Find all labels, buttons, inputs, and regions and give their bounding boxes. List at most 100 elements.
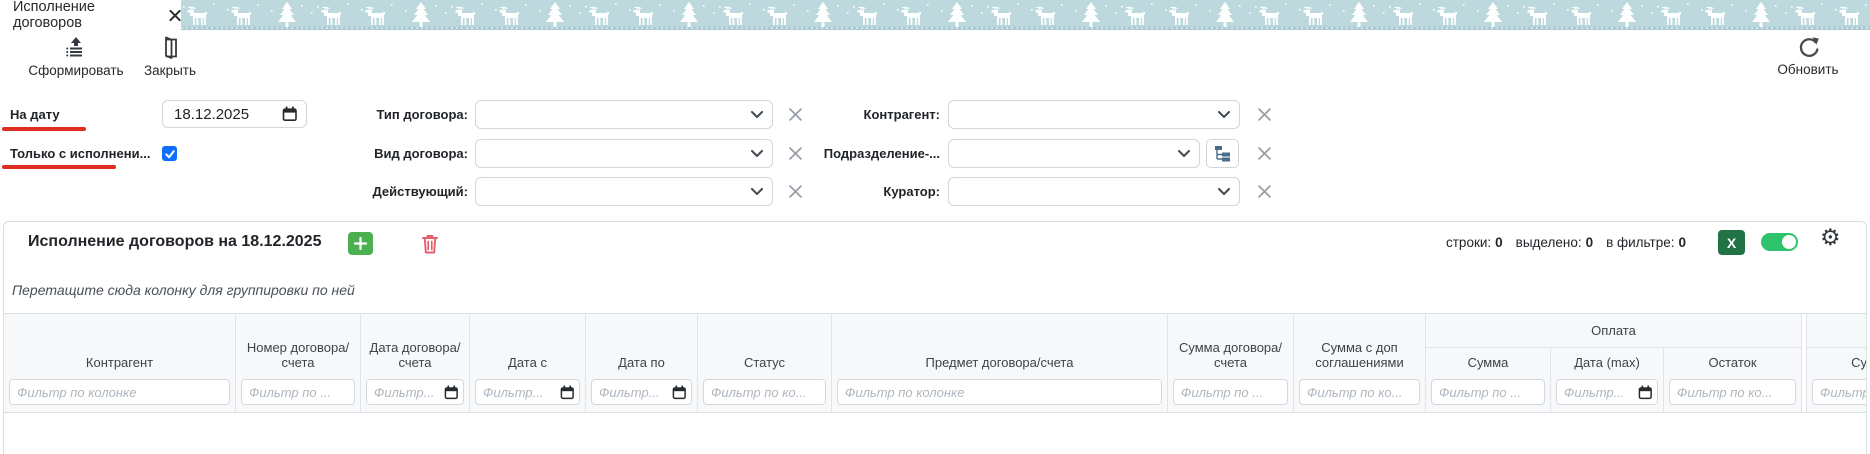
group-by-hint: Перетащите сюда колонку для группировки … xyxy=(12,282,355,298)
only-with-execution-label: Только с исполнени... xyxy=(10,139,150,168)
department-clear-icon[interactable] xyxy=(1254,139,1274,168)
chevron-down-icon xyxy=(1178,150,1190,158)
tab-contract-execution[interactable]: Исполнение договоров xyxy=(0,0,181,30)
refresh-label: Обновить xyxy=(1777,62,1838,77)
in-filter-counter: в фильтре:0 xyxy=(1606,235,1686,250)
column-header-label[interactable]: Дата (max) xyxy=(1551,348,1663,377)
active-select[interactable] xyxy=(475,177,773,206)
generate-label: Сформировать xyxy=(28,63,123,78)
column-payment-date-max: Дата (max) xyxy=(1551,348,1664,412)
report-panel: Исполнение договоров на 18.12.2025 строк… xyxy=(3,221,1867,454)
close-button[interactable]: Закрыть xyxy=(137,36,203,78)
checkmark-icon xyxy=(164,148,176,160)
delete-button[interactable] xyxy=(417,231,443,256)
column-contract-number: Номер договора/счета xyxy=(236,314,361,412)
column-amount-cutoff: Сумма xyxy=(1807,348,1867,412)
column-filter-input[interactable] xyxy=(1431,379,1545,405)
tab-close-icon[interactable] xyxy=(169,9,181,22)
column-counterparty: Контрагент xyxy=(4,314,236,412)
christmas-banner xyxy=(181,0,1870,30)
settings-gear-icon[interactable]: ⚙ xyxy=(1820,226,1841,249)
refresh-icon xyxy=(1797,36,1820,59)
column-status: Статус xyxy=(698,314,832,412)
counterparty-label: Контрагент: xyxy=(750,100,940,129)
selected-count-value: 0 xyxy=(1586,235,1594,250)
refresh-button[interactable]: Обновить xyxy=(1767,36,1849,77)
active-label: Действующий: xyxy=(280,177,468,206)
payment-group-label: Оплата xyxy=(1426,314,1802,348)
column-header-label[interactable]: Сумма xyxy=(1426,348,1550,377)
column-contract-amount: Сумма договора/счета xyxy=(1168,314,1294,412)
on-date-red-underline xyxy=(2,127,86,131)
column-header-label[interactable]: Статус xyxy=(698,314,831,377)
calendar-icon[interactable] xyxy=(560,385,575,400)
column-contract-subject: Предмет договора/счета xyxy=(832,314,1168,412)
rows-counter: строки:0 xyxy=(1446,235,1503,250)
selected-counter: выделено:0 xyxy=(1516,235,1593,250)
column-header-label[interactable]: Остаток xyxy=(1664,348,1801,377)
column-filter-input[interactable] xyxy=(703,379,826,405)
column-filter-input[interactable] xyxy=(1173,379,1288,405)
in-filter-count-value: 0 xyxy=(1679,235,1687,250)
department-label: Подразделение-... xyxy=(750,139,940,168)
column-header-label[interactable]: Дата с xyxy=(470,314,585,377)
chevron-down-icon xyxy=(1218,188,1230,196)
counters: строки:0 выделено:0 в фильтре:0 xyxy=(1446,235,1686,250)
trash-icon xyxy=(420,233,440,255)
export-excel-button[interactable]: X xyxy=(1718,230,1745,255)
column-contract-date: Дата договора/счета xyxy=(361,314,470,412)
panel-title: Исполнение договоров на 18.12.2025 xyxy=(28,233,321,251)
contract-type-select[interactable] xyxy=(475,100,773,129)
column-filter-input[interactable] xyxy=(9,379,230,405)
column-header-label[interactable]: Дата договора/счета xyxy=(361,314,469,377)
column-header-label[interactable]: Контрагент xyxy=(4,314,235,377)
column-payment-remainder: Остаток xyxy=(1664,348,1802,412)
calendar-icon[interactable] xyxy=(444,385,459,400)
curator-label: Куратор: xyxy=(750,177,940,206)
column-header-label[interactable]: Предмет договора/счета xyxy=(832,314,1167,377)
generate-report-icon xyxy=(64,36,88,60)
rows-count-value: 0 xyxy=(1495,235,1503,250)
on-date-label: На дату xyxy=(10,100,60,129)
only-with-execution-checkbox[interactable] xyxy=(162,146,177,161)
department-select[interactable] xyxy=(948,139,1200,168)
department-tree-button[interactable] xyxy=(1206,139,1239,168)
only-with-execution-red-underline xyxy=(2,165,116,169)
on-date-input[interactable] xyxy=(163,101,274,127)
calendar-icon[interactable] xyxy=(1638,385,1653,400)
hierarchy-tree-icon xyxy=(1214,145,1231,162)
curator-clear-icon[interactable] xyxy=(1254,177,1274,206)
view-toggle[interactable] xyxy=(1761,233,1798,251)
counterparty-clear-icon[interactable] xyxy=(1254,100,1274,129)
tab-strip: Исполнение договоров xyxy=(0,0,1870,30)
contract-kind-select[interactable] xyxy=(475,139,773,168)
counterparty-select[interactable] xyxy=(948,100,1240,129)
contract-kind-label: Вид договора: xyxy=(280,139,468,168)
plus-icon xyxy=(354,237,367,250)
chevron-down-icon xyxy=(1218,111,1230,119)
generate-button[interactable]: Сформировать xyxy=(20,36,132,78)
column-header-label[interactable]: Сумма договора/счета xyxy=(1168,314,1293,377)
add-button[interactable] xyxy=(348,232,373,255)
tab-title: Исполнение договоров xyxy=(13,0,158,31)
column-amount-with-addendums: Сумма с доп соглашениями xyxy=(1294,314,1426,412)
column-header-label[interactable]: Дата по xyxy=(586,314,697,377)
excel-icon: X xyxy=(1727,235,1736,251)
column-date-to: Дата по xyxy=(586,314,698,412)
column-header-label[interactable]: Сумма xyxy=(1807,348,1867,377)
column-filter-input[interactable] xyxy=(1299,379,1420,405)
door-close-icon xyxy=(159,36,181,60)
column-date-from: Дата с xyxy=(470,314,586,412)
second-group-label xyxy=(1807,314,1867,348)
column-filter-input[interactable] xyxy=(837,379,1162,405)
column-header-label[interactable]: Номер договора/счета xyxy=(236,314,360,377)
column-header-label[interactable]: Сумма с доп соглашениями xyxy=(1294,314,1425,377)
column-filter-input[interactable] xyxy=(1669,379,1796,405)
second-column-group: Сумма xyxy=(1807,314,1867,412)
calendar-icon[interactable] xyxy=(672,385,687,400)
payment-column-group: Оплата Сумма Дата (max) Остаток xyxy=(1426,314,1802,412)
column-filter-input[interactable] xyxy=(1812,379,1867,405)
curator-select[interactable] xyxy=(948,177,1240,206)
table-header: Контрагент Номер договора/счета Дата дог… xyxy=(4,313,1867,413)
column-filter-input[interactable] xyxy=(241,379,355,405)
